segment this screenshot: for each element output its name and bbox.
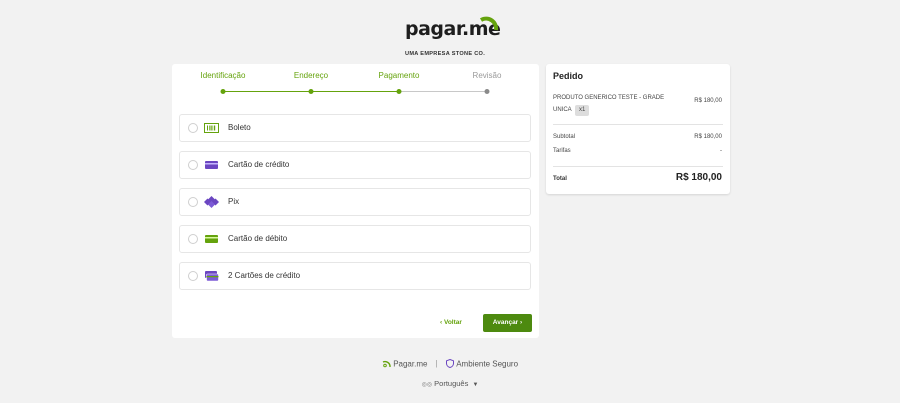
globe-icon: ◎◎ xyxy=(421,382,433,388)
footer-separator: | xyxy=(435,359,438,369)
payment-label-credit-card: Cartão de crédito xyxy=(228,160,290,169)
pix-icon xyxy=(204,196,219,208)
quantity-badge: x1 xyxy=(575,105,590,116)
order-title: Pedido xyxy=(553,71,584,81)
radio-two-cards[interactable] xyxy=(188,271,198,281)
language-label: Português xyxy=(434,379,469,388)
payment-option-pix[interactable]: Pix xyxy=(179,188,531,216)
order-summary: Pedido PRODUTO GENERICO TESTE - GRADE UN… xyxy=(546,64,730,194)
checkout-card: Identificação Endereço Pagamento Revisão… xyxy=(172,64,539,338)
footer: Pagar.me | Ambiente Seguro xyxy=(0,359,900,369)
fees-label: Tarifas xyxy=(553,148,571,154)
payment-option-credit-card[interactable]: Cartão de crédito xyxy=(179,151,531,179)
credit-card-icon xyxy=(205,161,218,169)
step-dot-endereco xyxy=(308,89,314,94)
radio-debit-card[interactable] xyxy=(188,234,198,244)
payment-option-debit-card[interactable]: Cartão de débito xyxy=(179,225,531,253)
step-dot-pagamento xyxy=(396,89,402,94)
footer-secure: Ambiente Seguro xyxy=(456,359,519,369)
two-cards-icon xyxy=(205,271,219,282)
step-dot-identificacao xyxy=(220,89,226,94)
step-identificacao[interactable]: Identificação xyxy=(201,71,246,80)
pagarme-mini-icon xyxy=(382,361,391,368)
radio-credit-card[interactable] xyxy=(188,160,198,170)
divider xyxy=(553,166,723,167)
logo-tagline: UMA EMPRESA STONE CO. xyxy=(405,51,486,57)
debit-card-icon xyxy=(205,235,218,243)
shield-icon xyxy=(445,359,454,369)
footer-brand[interactable]: Pagar.me xyxy=(393,359,427,368)
fees-value: - xyxy=(720,148,722,154)
step-endereco[interactable]: Endereço xyxy=(294,71,328,80)
step-revisao: Revisão xyxy=(472,71,502,80)
step-pagamento: Pagamento xyxy=(378,71,420,80)
logo-arc-icon xyxy=(479,16,499,31)
back-button[interactable]: ‹ Voltar xyxy=(440,319,462,326)
radio-boleto[interactable] xyxy=(188,123,198,133)
subtotal-value: R$ 180,00 xyxy=(694,134,722,140)
step-remaining-line xyxy=(399,91,487,92)
radio-pix[interactable] xyxy=(188,197,198,207)
divider xyxy=(553,124,723,125)
barcode-icon xyxy=(204,123,219,133)
language-selector[interactable]: ◎◎ Português ▼ xyxy=(0,379,900,388)
total-value: R$ 180,00 xyxy=(675,172,722,183)
product-name-text: PRODUTO GENERICO TESTE - GRADE UNICA xyxy=(553,95,665,113)
total-label: Total xyxy=(553,176,567,182)
product-name: PRODUTO GENERICO TESTE - GRADE UNICA x1 xyxy=(553,92,678,116)
step-dot-revisao xyxy=(484,89,490,94)
subtotal-label: Subtotal xyxy=(553,134,576,140)
checkout-stepper: Identificação Endereço Pagamento Revisão xyxy=(172,70,539,100)
chevron-down-icon: ▼ xyxy=(472,382,479,388)
next-button[interactable]: Avançar › xyxy=(483,314,532,332)
payment-option-two-cards[interactable]: 2 Cartões de crédito xyxy=(179,262,531,290)
payment-label-pix: Pix xyxy=(228,197,240,206)
pagarme-logo: pagar.me UMA EMPRESA STONE CO. xyxy=(405,12,501,57)
payment-label-two-cards: 2 Cartões de crédito xyxy=(228,271,301,280)
payment-label-debit-card: Cartão de débito xyxy=(228,234,288,243)
payment-option-boleto[interactable]: Boleto xyxy=(179,114,531,142)
payment-label-boleto: Boleto xyxy=(228,123,251,132)
product-price: R$ 180,00 xyxy=(694,98,722,104)
